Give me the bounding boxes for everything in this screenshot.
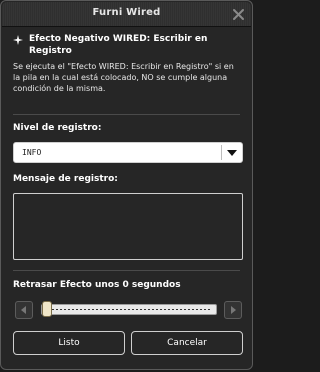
- arrow-left-icon: [21, 306, 26, 314]
- effect-info: Efecto Negativo WIRED: Escribir en Regis…: [13, 33, 240, 94]
- ok-button[interactable]: Listo: [13, 331, 125, 355]
- dropdown-divider: [221, 145, 222, 160]
- delay-slider-track[interactable]: [41, 304, 217, 315]
- log-level-dropdown[interactable]: INFO: [13, 142, 243, 163]
- effect-title: Efecto Negativo WIRED: Escribir en Regis…: [29, 34, 208, 56]
- chevron-down-icon[interactable]: [226, 149, 238, 157]
- slider-ticks: [48, 309, 210, 310]
- log-level-value: INFO: [22, 148, 42, 157]
- close-icon[interactable]: [232, 8, 245, 21]
- log-message-input[interactable]: [13, 193, 243, 260]
- divider: [13, 270, 240, 271]
- title-bar[interactable]: Furni Wired: [2, 2, 251, 27]
- effect-description: Se ejecuta el "Efecto WIRED: Escribir en…: [13, 62, 234, 93]
- log-message-label: Mensaje de registro:: [13, 174, 118, 184]
- cancel-button[interactable]: Cancelar: [131, 331, 243, 355]
- delay-slider-thumb[interactable]: [42, 301, 52, 317]
- arrow-right-icon: [231, 306, 236, 314]
- log-level-label: Nivel de registro:: [13, 123, 102, 133]
- delay-label: Retrasar Efecto unos 0 segundos: [13, 280, 181, 290]
- sparkle-icon: [13, 35, 23, 45]
- window-title: Furni Wired: [92, 7, 161, 18]
- wired-window: Furni Wired Efecto Negativo WIRED: Escri…: [0, 0, 253, 370]
- decrease-button[interactable]: [15, 301, 33, 319]
- increase-button[interactable]: [224, 301, 242, 319]
- divider: [13, 114, 240, 115]
